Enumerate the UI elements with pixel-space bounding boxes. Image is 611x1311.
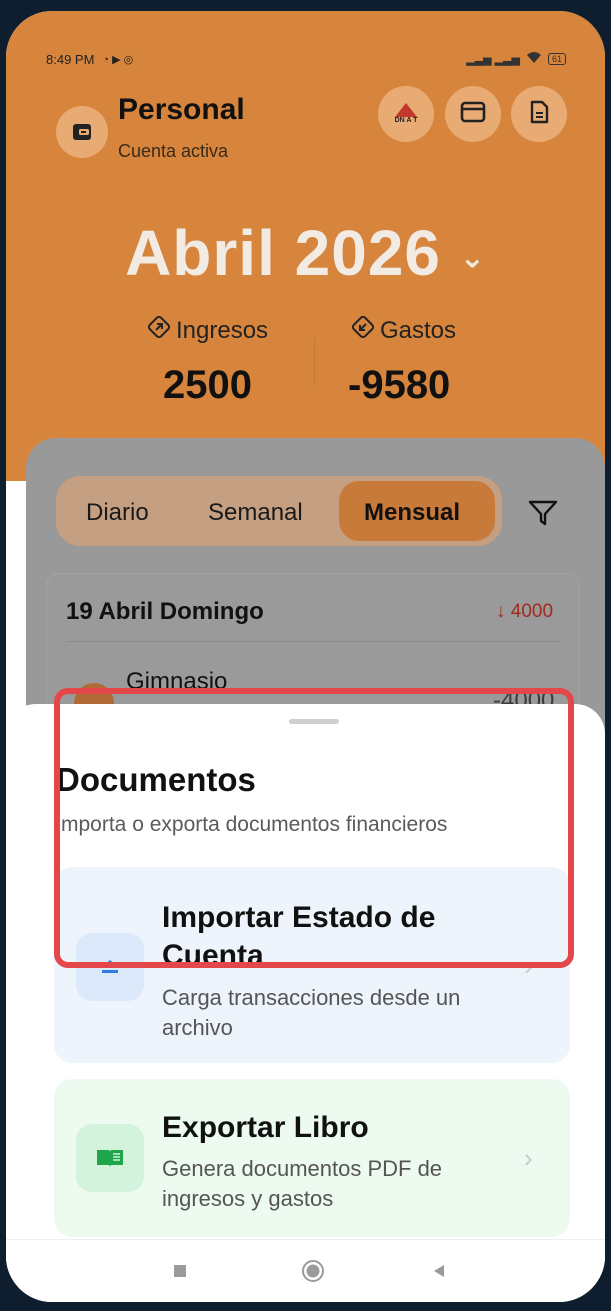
documents-button[interactable] — [511, 86, 567, 142]
status-bar: 8:49 PM ◔ ▶ ◎ ▂▃▅ ▂▃▅ 61 — [46, 49, 566, 69]
bank-button[interactable]: DN A T — [378, 86, 434, 142]
wallet-icon[interactable] — [56, 106, 108, 158]
income-label-row: Ingresos — [146, 314, 268, 347]
battery-indicator: 61 — [547, 53, 566, 65]
month-selector[interactable]: Abril 2026 ⌄ — [6, 216, 605, 290]
filter-icon[interactable] — [528, 499, 558, 532]
income-label: Ingresos — [176, 316, 269, 344]
nav-recents-icon[interactable] — [160, 1251, 200, 1291]
document-icon — [529, 100, 549, 129]
book-icon — [76, 1124, 144, 1192]
signal-icon: ▂▃▅ ▂▃▅ — [466, 53, 520, 66]
status-time: 8:49 PM — [46, 51, 95, 67]
export-description: Genera documentos PDF de ingresos y gast… — [162, 1156, 443, 1211]
day-title: 19 Abril Domingo — [66, 598, 264, 625]
status-notification-icons: ◔ ▶ ◎ — [102, 53, 134, 66]
income-icon — [146, 314, 172, 347]
expense-label: Gastos — [380, 316, 457, 344]
stats-divider — [314, 338, 315, 386]
chevron-down-icon: ⌄ — [459, 241, 486, 275]
cards-button[interactable] — [445, 86, 501, 142]
day-divider — [66, 641, 560, 642]
income-value: 2500 — [163, 363, 252, 407]
tab-daily[interactable]: Diario — [86, 499, 149, 527]
expense-icon — [350, 314, 376, 347]
chevron-right-icon: › — [524, 1143, 533, 1173]
account-status: Cuenta activa — [118, 141, 229, 161]
month-label: Abril 2026 — [125, 217, 441, 289]
export-title: Exportar Libro — [162, 1111, 369, 1144]
account-name[interactable]: Personal — [118, 93, 245, 127]
import-description: Carga transacciones desde un archivo — [162, 985, 461, 1040]
expense-value: -9580 — [348, 363, 451, 407]
app-screen: 8:49 PM ◔ ▶ ◎ ▂▃▅ ▂▃▅ 61 Personal Cuenta… — [6, 11, 605, 1302]
nav-back-icon[interactable] — [419, 1251, 459, 1291]
card-icon — [460, 101, 486, 128]
wifi-icon — [526, 51, 542, 68]
highlight-annotation — [54, 688, 574, 968]
bank-badge-text: DN A T — [394, 117, 418, 124]
bank-icon: DN A T — [394, 103, 418, 125]
nav-home-icon[interactable] — [293, 1251, 333, 1291]
day-total: ↓ 4000 — [496, 601, 554, 622]
expense-label-row: Gastos — [350, 314, 456, 347]
status-right: ▂▃▅ ▂▃▅ 61 — [466, 51, 566, 68]
day-total-value: 4000 — [510, 601, 554, 622]
device-frame: 8:49 PM ◔ ▶ ◎ ▂▃▅ ▂▃▅ 61 Personal Cuenta… — [0, 0, 611, 1311]
tab-weekly[interactable]: Semanal — [208, 499, 303, 527]
tab-monthly[interactable]: Mensual — [364, 499, 460, 527]
